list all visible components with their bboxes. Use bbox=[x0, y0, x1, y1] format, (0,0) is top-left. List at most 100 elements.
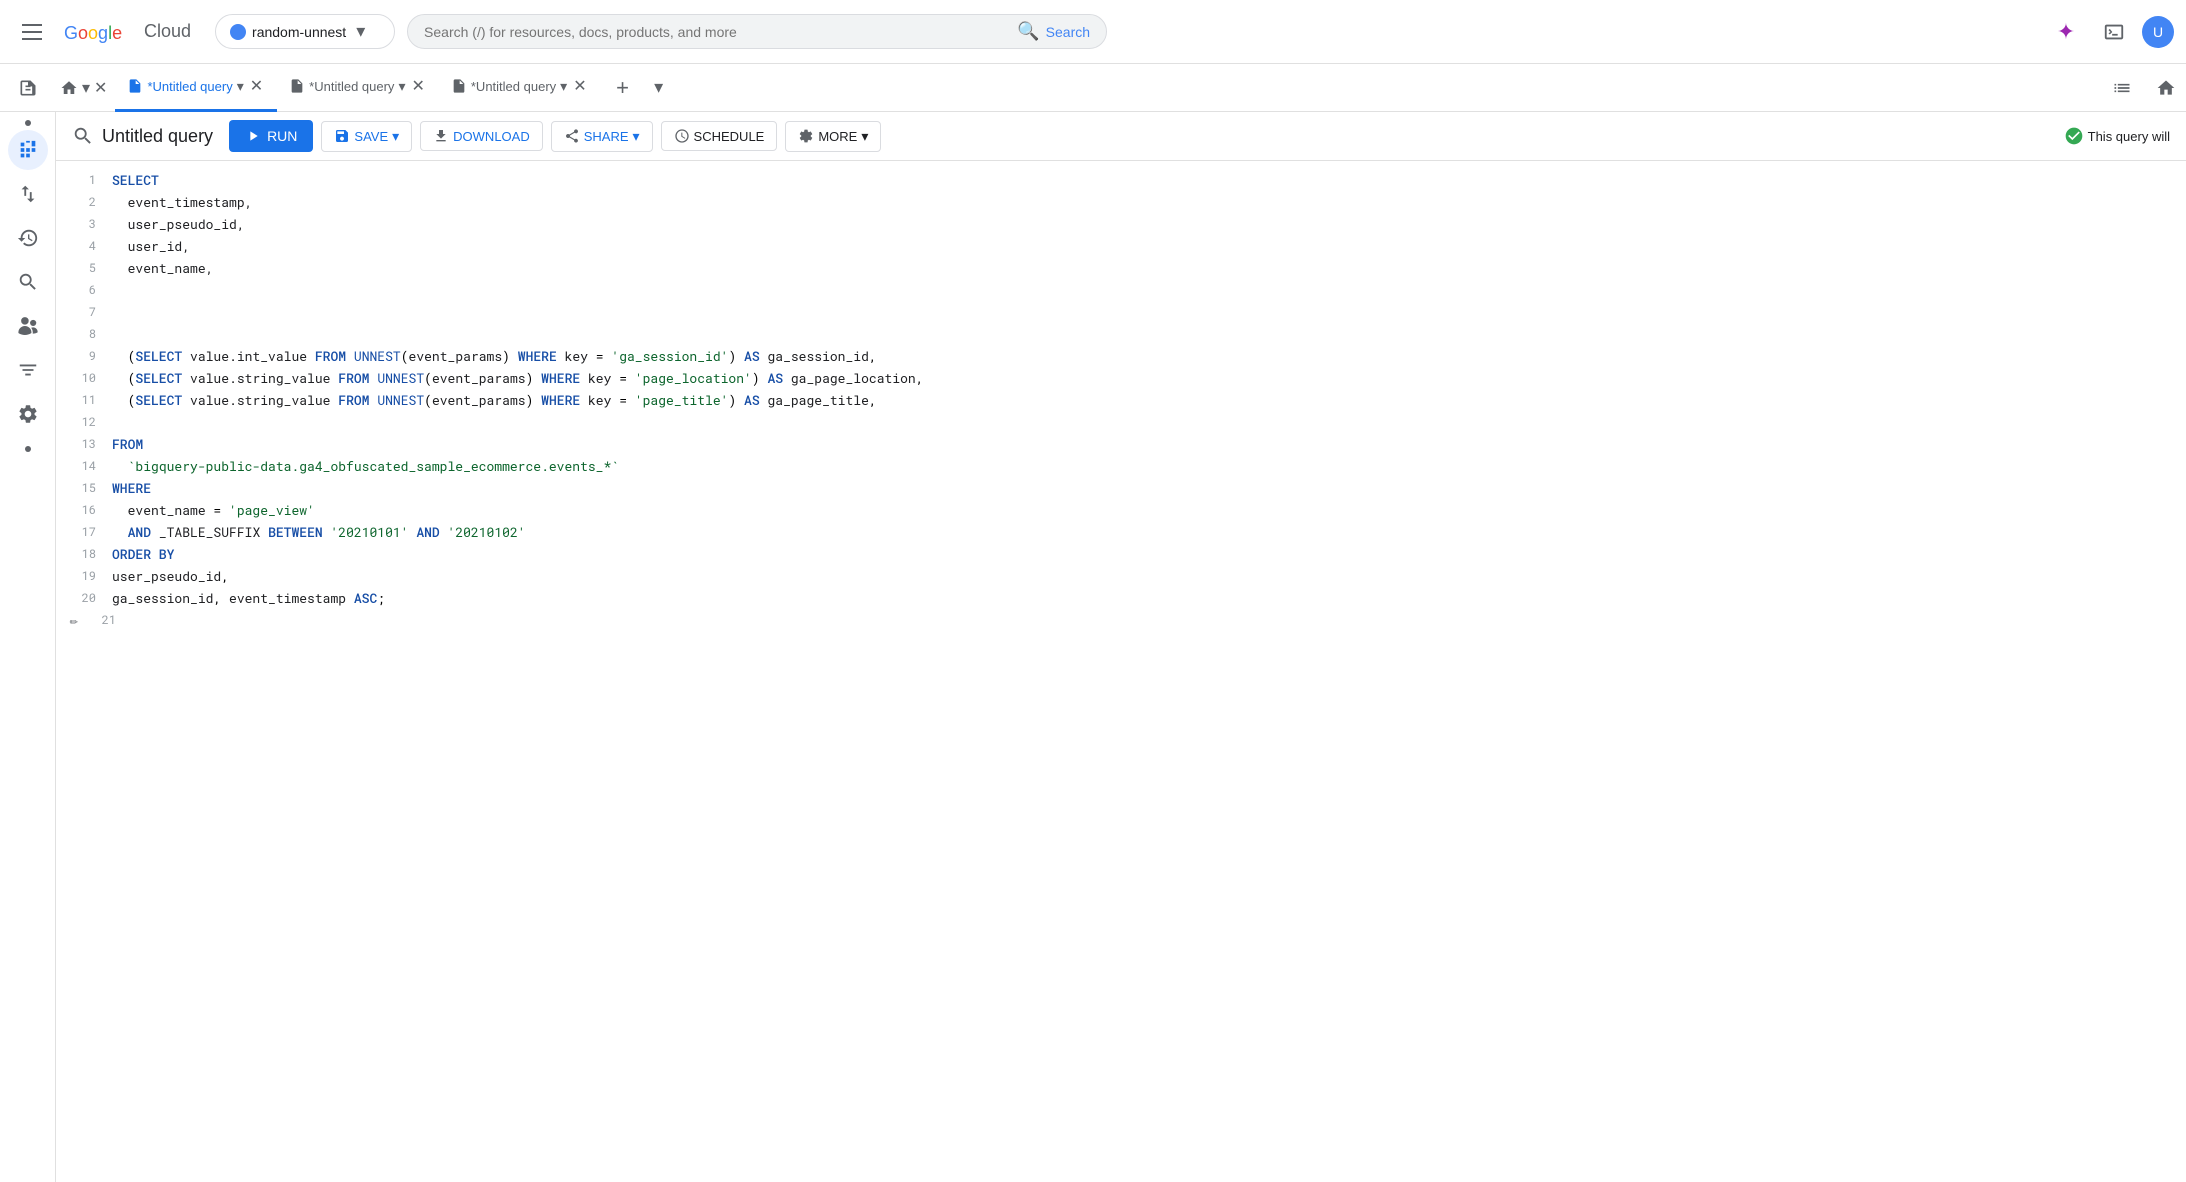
tab-1-close-icon[interactable]: ✕ bbox=[248, 74, 265, 98]
tab-3-chevron-icon: ▾ bbox=[560, 78, 567, 95]
save-chevron-icon: ▾ bbox=[392, 128, 399, 145]
query-status: This query will bbox=[2064, 126, 2170, 146]
google-cloud-logo: Google Cloud bbox=[64, 20, 191, 44]
sidebar-item-transfers[interactable] bbox=[8, 174, 48, 214]
code-line-21: ✏ 21 bbox=[56, 609, 2186, 631]
hamburger-menu-button[interactable] bbox=[12, 12, 52, 52]
nav-right-actions: ✦ U bbox=[2046, 12, 2174, 52]
download-icon bbox=[433, 128, 449, 144]
code-line-4: 4 user_id, bbox=[56, 235, 2186, 257]
tab-untitled-query-2[interactable]: *Untitled query ▾ ✕ bbox=[277, 64, 439, 112]
tab-list-button[interactable] bbox=[2102, 68, 2142, 108]
editor-area: Untitled query RUN SAVE ▾ DOWNLOAD SHARE… bbox=[56, 112, 2186, 1182]
terminal-button[interactable] bbox=[2094, 12, 2134, 52]
tab-3-close-icon[interactable]: ✕ bbox=[571, 74, 588, 98]
search-button-label: Search bbox=[1046, 24, 1090, 40]
sidebar-item-history[interactable] bbox=[8, 218, 48, 258]
query-search-icon bbox=[72, 125, 94, 147]
save-button[interactable]: SAVE ▾ bbox=[321, 121, 412, 152]
save-button-label: SAVE bbox=[354, 129, 388, 144]
code-line-10: 10 (SELECT value.string_value FROM UNNES… bbox=[56, 367, 2186, 389]
share-icon bbox=[564, 128, 580, 144]
top-navigation: Google Cloud random-unnest ▾ 🔍 Search ✦ … bbox=[0, 0, 2186, 64]
share-button[interactable]: SHARE ▾ bbox=[551, 121, 653, 152]
tab-bar-right-actions bbox=[2102, 68, 2186, 108]
code-line-8: 8 bbox=[56, 323, 2186, 345]
tab-home[interactable]: ▾ ✕ bbox=[52, 64, 115, 112]
code-line-6: 6 bbox=[56, 279, 2186, 301]
code-line-20: 20 ga_session_id, event_timestamp ASC; bbox=[56, 587, 2186, 609]
sidebar-item-search[interactable] bbox=[8, 262, 48, 302]
add-tab-button[interactable]: + bbox=[605, 70, 641, 106]
code-line-3: 3 user_pseudo_id, bbox=[56, 213, 2186, 235]
code-line-1: 1 SELECT bbox=[56, 169, 2186, 191]
code-editor[interactable]: 1 SELECT 2 event_timestamp, 3 user_pseud… bbox=[56, 161, 2186, 1182]
save-icon bbox=[334, 128, 350, 144]
search-bar: 🔍 Search bbox=[407, 14, 1107, 49]
project-chevron-icon: ▾ bbox=[356, 21, 365, 42]
svg-text:Google: Google bbox=[64, 23, 122, 43]
home-view-button[interactable] bbox=[2146, 68, 2186, 108]
user-avatar[interactable]: U bbox=[2142, 16, 2174, 48]
share-chevron-icon: ▾ bbox=[633, 128, 640, 145]
sidebar-dot-indicator bbox=[25, 120, 31, 126]
search-icon: 🔍 bbox=[1017, 21, 1039, 42]
query-tab-icon-3 bbox=[451, 78, 467, 94]
code-line-12: 12 bbox=[56, 411, 2186, 433]
code-line-14: 14 `bigquery-public-data.ga4_obfuscated_… bbox=[56, 455, 2186, 477]
code-line-15: 15 WHERE bbox=[56, 477, 2186, 499]
project-selector[interactable]: random-unnest ▾ bbox=[215, 14, 395, 49]
tab-2-close-icon[interactable]: ✕ bbox=[409, 74, 426, 98]
schedule-icon bbox=[674, 128, 690, 144]
schedule-button-label: SCHEDULE bbox=[694, 129, 765, 144]
code-line-2: 2 event_timestamp, bbox=[56, 191, 2186, 213]
main-area: Untitled query RUN SAVE ▾ DOWNLOAD SHARE… bbox=[0, 112, 2186, 1182]
expand-sidebar-button[interactable] bbox=[8, 68, 48, 108]
code-line-9: 9 (SELECT value.int_value FROM UNNEST(ev… bbox=[56, 345, 2186, 367]
sidebar-item-explorer[interactable] bbox=[8, 130, 48, 170]
google-logo: Google bbox=[64, 20, 138, 44]
search-input[interactable] bbox=[424, 24, 1009, 40]
sidebar-item-pipelines[interactable] bbox=[8, 306, 48, 346]
code-line-7: 7 bbox=[56, 301, 2186, 323]
run-button[interactable]: RUN bbox=[229, 120, 313, 152]
gemini-button[interactable]: ✦ bbox=[2046, 12, 2086, 52]
home-tab-chevron-icon: ▾ bbox=[82, 78, 90, 98]
code-line-5: 5 event_name, bbox=[56, 257, 2186, 279]
code-line-17: 17 AND _TABLE_SUFFIX BETWEEN '20210101' … bbox=[56, 521, 2186, 543]
tab-untitled-query-3[interactable]: *Untitled query ▾ ✕ bbox=[439, 64, 601, 112]
tab-2-chevron-icon: ▾ bbox=[398, 78, 405, 95]
editor-toolbar: Untitled query RUN SAVE ▾ DOWNLOAD SHARE… bbox=[56, 112, 2186, 161]
download-button-label: DOWNLOAD bbox=[453, 129, 530, 144]
code-line-18: 18 ORDER BY bbox=[56, 543, 2186, 565]
sidebar-item-settings[interactable] bbox=[8, 394, 48, 434]
code-line-16: 16 event_name = 'page_view' bbox=[56, 499, 2186, 521]
left-sidebar bbox=[0, 112, 56, 1182]
tab-label-2: *Untitled query bbox=[309, 79, 394, 94]
project-dot-icon bbox=[230, 24, 246, 40]
download-button[interactable]: DOWNLOAD bbox=[420, 121, 543, 151]
sidebar-dot-bottom bbox=[25, 446, 31, 452]
run-icon bbox=[245, 128, 261, 144]
code-line-11: 11 (SELECT value.string_value FROM UNNES… bbox=[56, 389, 2186, 411]
gear-icon bbox=[798, 128, 814, 144]
home-icon bbox=[60, 79, 78, 97]
sidebar-item-migrations[interactable] bbox=[8, 350, 48, 390]
tab-bar: ▾ ✕ *Untitled query ▾ ✕ *Untitled query … bbox=[0, 64, 2186, 112]
status-text: This query will bbox=[2088, 129, 2170, 144]
tab-label-3: *Untitled query bbox=[471, 79, 556, 94]
project-name: random-unnest bbox=[252, 24, 346, 40]
code-line-13: 13 FROM bbox=[56, 433, 2186, 455]
schedule-button[interactable]: SCHEDULE bbox=[661, 121, 778, 151]
more-button-label: MORE bbox=[818, 129, 857, 144]
search-button[interactable]: 🔍 Search bbox=[1017, 21, 1090, 42]
edit-pencil-icon: ✏ bbox=[64, 609, 84, 631]
more-tabs-button[interactable]: ▾ bbox=[641, 70, 677, 106]
tab-untitled-query-1[interactable]: *Untitled query ▾ ✕ bbox=[115, 64, 277, 112]
query-tab-icon-2 bbox=[289, 78, 305, 94]
more-chevron-icon: ▾ bbox=[861, 128, 868, 145]
home-tab-close-icon[interactable]: ✕ bbox=[94, 78, 107, 98]
cloud-text: Cloud bbox=[144, 21, 191, 42]
share-button-label: SHARE bbox=[584, 129, 629, 144]
more-button[interactable]: MORE ▾ bbox=[785, 121, 881, 152]
